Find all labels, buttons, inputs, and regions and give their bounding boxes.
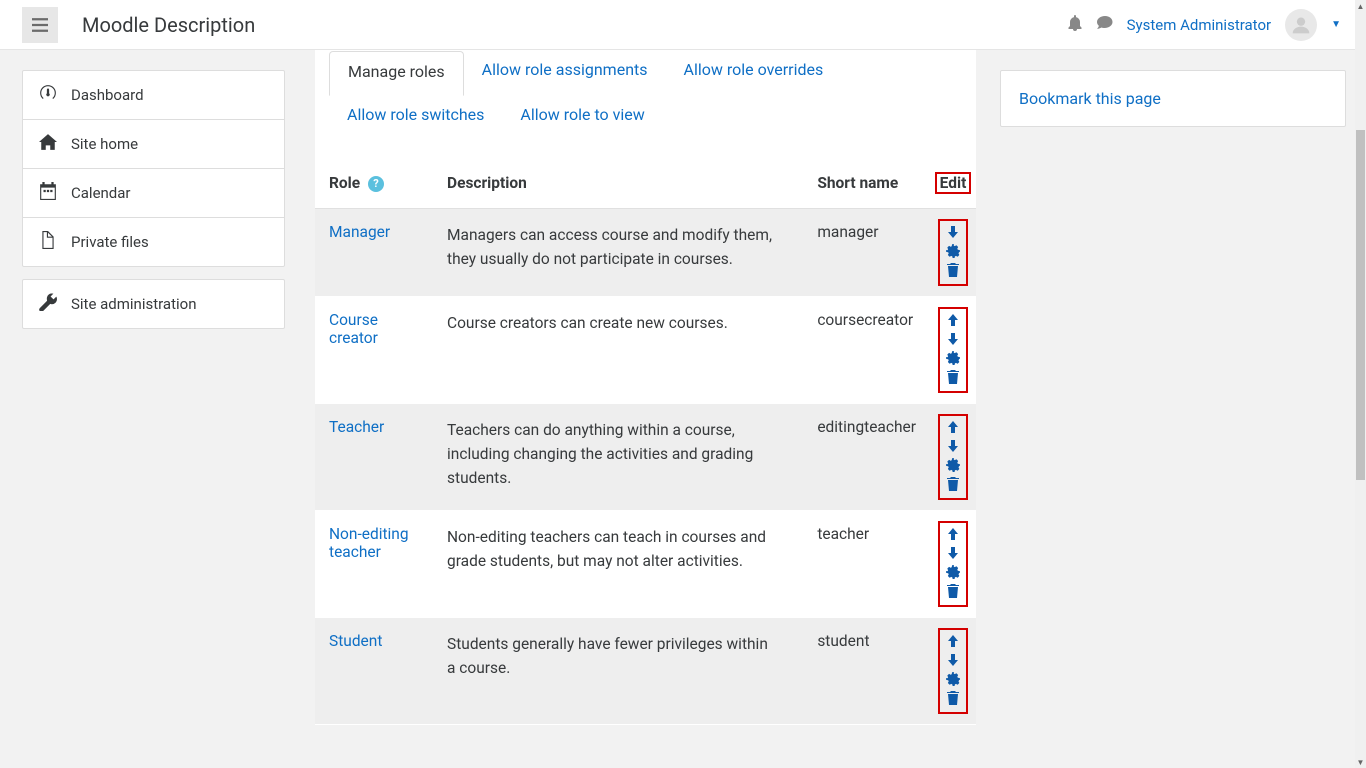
main-content: Manage roles Allow role assignments Allo… bbox=[285, 50, 986, 768]
move-down-button[interactable] bbox=[946, 225, 960, 242]
nav-toggle-button[interactable] bbox=[22, 7, 58, 43]
role-shortname: student bbox=[803, 618, 930, 725]
sidebar-item-site-administration[interactable]: Site administration bbox=[23, 280, 284, 328]
edit-button[interactable] bbox=[946, 565, 960, 582]
delete-button[interactable] bbox=[946, 584, 960, 601]
scroll-down-arrow[interactable]: ▼ bbox=[1355, 756, 1366, 768]
notifications-button[interactable] bbox=[1067, 15, 1083, 35]
move-down-button[interactable] bbox=[946, 546, 960, 563]
user-menu-name[interactable]: System Administrator bbox=[1127, 16, 1271, 34]
role-shortname: coursecreator bbox=[803, 297, 930, 404]
role-link[interactable]: Course creator bbox=[329, 311, 378, 347]
edit-button[interactable] bbox=[946, 458, 960, 475]
role-link[interactable]: Manager bbox=[329, 223, 390, 241]
sidebar: DashboardSite homeCalendarPrivate files … bbox=[0, 50, 285, 768]
table-row: Teacher Teachers can do anything within a… bbox=[315, 404, 976, 511]
chat-icon bbox=[1097, 15, 1113, 31]
tab-allow-overrides[interactable]: Allow role overrides bbox=[666, 50, 842, 95]
delete-button[interactable] bbox=[946, 691, 960, 708]
move-up-button[interactable] bbox=[946, 313, 960, 330]
tab-allow-assignments[interactable]: Allow role assignments bbox=[464, 50, 666, 95]
right-column: Bookmark this page bbox=[986, 50, 1366, 768]
delete-button[interactable] bbox=[946, 477, 960, 494]
role-shortname: teacher bbox=[803, 511, 930, 618]
role-shortname: manager bbox=[803, 209, 930, 297]
move-down-button[interactable] bbox=[946, 332, 960, 349]
edit-actions bbox=[938, 219, 968, 286]
scroll-thumb[interactable] bbox=[1356, 130, 1365, 480]
edit-button[interactable] bbox=[946, 244, 960, 261]
sidebar-item-label: Dashboard bbox=[71, 86, 144, 104]
help-icon[interactable]: ? bbox=[368, 176, 384, 192]
role-description: Teachers can do anything within a course… bbox=[433, 404, 803, 511]
messages-button[interactable] bbox=[1097, 15, 1113, 35]
site-title[interactable]: Moodle Description bbox=[82, 13, 255, 37]
roles-table: Role ? Description Short name Edit Manag… bbox=[315, 162, 976, 725]
vertical-scrollbar[interactable]: ▲ ▼ bbox=[1355, 0, 1366, 768]
role-link[interactable]: Teacher bbox=[329, 418, 384, 436]
calendar-icon bbox=[39, 182, 57, 204]
edit-actions bbox=[938, 307, 968, 393]
role-link[interactable]: Non-editing teacher bbox=[329, 525, 409, 561]
table-row: Course creator Course creators can create… bbox=[315, 297, 976, 404]
delete-button[interactable] bbox=[946, 263, 960, 280]
edit-actions bbox=[938, 628, 968, 714]
move-up-button[interactable] bbox=[946, 527, 960, 544]
edit-actions bbox=[938, 521, 968, 607]
role-tabs: Manage roles Allow role assignments Allo… bbox=[315, 50, 976, 139]
sidebar-item-private-files[interactable]: Private files bbox=[23, 218, 284, 266]
role-shortname: editingteacher bbox=[803, 404, 930, 511]
wrench-icon bbox=[39, 293, 57, 315]
hamburger-icon bbox=[32, 17, 48, 33]
move-down-button[interactable] bbox=[946, 439, 960, 456]
col-edit-header: Edit bbox=[930, 162, 976, 209]
role-description: Non-editing teachers can teach in course… bbox=[433, 511, 803, 618]
col-role-header: Role ? bbox=[315, 162, 433, 209]
user-menu-caret[interactable]: ▼ bbox=[1331, 19, 1341, 30]
file-icon bbox=[39, 231, 57, 253]
move-up-button[interactable] bbox=[946, 420, 960, 437]
person-icon bbox=[1291, 15, 1311, 35]
sidebar-item-label: Private files bbox=[71, 233, 149, 251]
bookmark-block: Bookmark this page bbox=[1000, 70, 1346, 127]
edit-actions bbox=[938, 414, 968, 500]
sidebar-item-dashboard[interactable]: Dashboard bbox=[23, 71, 284, 120]
sidebar-group-main: Dashboard Site home Calendar Private files bbox=[22, 70, 285, 267]
role-description: Course creators can create new courses. bbox=[433, 297, 803, 404]
delete-button[interactable] bbox=[946, 370, 960, 387]
dashboard-icon bbox=[39, 84, 57, 106]
move-down-button[interactable] bbox=[946, 653, 960, 670]
home-icon bbox=[39, 133, 57, 155]
tab-allow-switches[interactable]: Allow role switches bbox=[329, 95, 502, 138]
edit-button[interactable] bbox=[946, 351, 960, 368]
tab-allow-view[interactable]: Allow role to view bbox=[502, 95, 662, 138]
table-row: Non-editing teacher Non-editing teachers … bbox=[315, 511, 976, 618]
bookmark-link[interactable]: Bookmark this page bbox=[1019, 89, 1161, 108]
tab-manage-roles[interactable]: Manage roles bbox=[329, 51, 464, 96]
move-up-button[interactable] bbox=[946, 634, 960, 651]
sidebar-item-calendar[interactable]: Calendar bbox=[23, 169, 284, 218]
table-row: Student Students generally have fewer pri… bbox=[315, 618, 976, 725]
bell-icon bbox=[1067, 15, 1083, 31]
sidebar-item-label: Calendar bbox=[71, 184, 131, 202]
sidebar-group-admin: Site administration bbox=[22, 279, 285, 329]
role-description: Students generally have fewer privileges… bbox=[433, 618, 803, 725]
sidebar-item-site-home[interactable]: Site home bbox=[23, 120, 284, 169]
table-row: Manager Managers can access course and mo… bbox=[315, 209, 976, 297]
col-shortname-header: Short name bbox=[803, 162, 930, 209]
sidebar-item-label: Site home bbox=[71, 135, 138, 153]
edit-button[interactable] bbox=[946, 672, 960, 689]
sidebar-item-label: Site administration bbox=[71, 295, 196, 313]
topbar: Moodle Description System Administrator … bbox=[0, 0, 1355, 50]
user-avatar[interactable] bbox=[1285, 9, 1317, 41]
scroll-up-arrow[interactable]: ▲ bbox=[1355, 0, 1366, 12]
role-link[interactable]: Student bbox=[329, 632, 382, 650]
role-description: Managers can access course and modify th… bbox=[433, 209, 803, 297]
col-description-header: Description bbox=[433, 162, 803, 209]
